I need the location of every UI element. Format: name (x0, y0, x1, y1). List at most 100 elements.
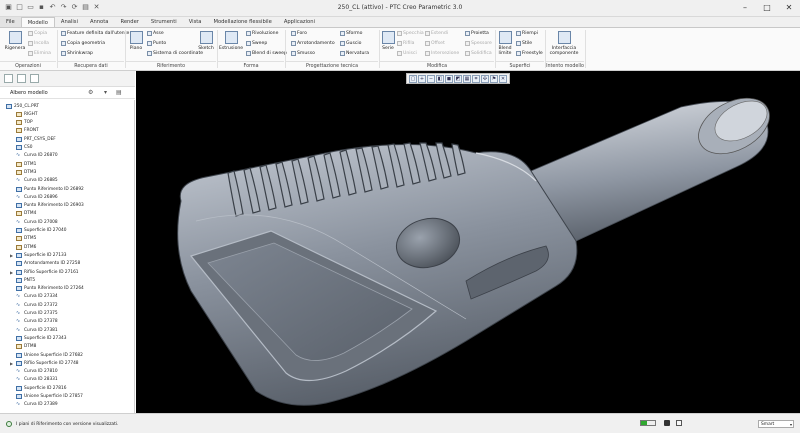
proietta-button[interactable]: Proietta (465, 31, 489, 36)
tree-node[interactable]: Unione Superficie ID 27857 (16, 393, 83, 401)
tab-file[interactable]: File (0, 17, 21, 27)
spessore-button[interactable]: Spessore (465, 41, 492, 46)
tree-node[interactable]: ∿ Curva ID 27375 (16, 310, 58, 318)
tree-node[interactable]: Superficie ID 27816 (16, 384, 66, 392)
riempi-button[interactable]: Riempi (516, 31, 538, 36)
tree-node[interactable]: TOP (16, 119, 33, 127)
tree-node[interactable]: CS0 (16, 144, 32, 152)
tree-node[interactable]: ∿ Curva ID 27810 (16, 368, 58, 376)
sketch-button[interactable]: Sketch (198, 31, 214, 51)
tree-node[interactable]: RIGHT (16, 110, 37, 118)
tree-node[interactable]: DTM5 (16, 235, 36, 243)
tree-node[interactable]: Arrotondamento ID 27258 (16, 260, 80, 268)
nervatura-button[interactable]: Nervatura (340, 51, 369, 56)
copia-geometria-button[interactable]: Copia geometria (61, 41, 105, 46)
rivoluzione-button[interactable]: Rivoluzione (246, 31, 278, 36)
copia-button[interactable]: Copia (28, 31, 47, 36)
serie-button[interactable]: Serie (381, 31, 395, 51)
expand-icon[interactable]: ▶ (10, 253, 13, 258)
tree-node[interactable]: Superficie ID 27343 (16, 334, 66, 342)
unisci-button[interactable]: Unisci (397, 51, 417, 56)
spin-center-icon[interactable]: ✣ (481, 75, 489, 83)
stile-button[interactable]: Stile (516, 41, 532, 46)
tab-annota[interactable]: Annota (84, 17, 115, 27)
close-icon[interactable]: ✕ (778, 0, 800, 15)
shrinkwrap-button[interactable]: Shrinkwrap (61, 51, 93, 56)
zoom-in-icon[interactable]: + (418, 75, 426, 83)
interfaccia-componente-button[interactable]: Interfaccia componente (549, 31, 579, 56)
expand-icon[interactable]: ▶ (10, 361, 13, 366)
group-label-riferimento[interactable]: Riferimento (126, 61, 216, 70)
group-label-intento-modello[interactable]: Intento modello (546, 61, 584, 70)
freestyle-button[interactable]: Freestyle (516, 51, 543, 56)
tree-settings-icon[interactable]: ⚙ (88, 89, 93, 96)
incolla-button[interactable]: Incolla (28, 41, 49, 46)
sistema-coordinate-button[interactable]: Sistema di coordinate (147, 51, 203, 56)
tree-node[interactable]: PRT_CSYS_DEF (16, 135, 56, 143)
tree-node[interactable]: Punto Riferimento ID 26892 (16, 185, 84, 193)
tree-node[interactable]: DTM8 (16, 343, 36, 351)
tab-analisi[interactable]: Analisi (55, 17, 84, 27)
tree-node[interactable]: ▶ Riflio Superficie ID 27161 (10, 268, 79, 276)
tab-strumenti[interactable]: Strumenti (145, 17, 183, 27)
tree-node[interactable]: ∿ Curva ID 26896 (16, 193, 58, 201)
model-tree[interactable]: 250_CL.PRT RIGHT TOP FRONT PRT_CSYS_DEF CS0 ∿ C… (0, 100, 135, 413)
tree-node[interactable]: DTM1 (16, 160, 36, 168)
find-icon[interactable] (676, 420, 682, 426)
tree-node[interactable]: PNT5 (16, 276, 35, 284)
tree-node[interactable]: Unione Superficie ID 27682 (16, 351, 83, 359)
zoom-out-icon[interactable]: − (427, 75, 435, 83)
group-label-modifica[interactable]: Modifica (380, 61, 494, 70)
solidifica-button[interactable]: Solidifica (465, 51, 492, 56)
group-label-superfici[interactable]: Superfici (496, 61, 544, 70)
guscio-button[interactable]: Guscio (340, 41, 361, 46)
rifila-button[interactable]: Rifila (397, 41, 414, 46)
repaint-icon[interactable]: ◧ (436, 75, 444, 83)
piano-button[interactable]: Piano (128, 31, 144, 51)
tree-node[interactable]: ∿ Curva ID 26870 (16, 152, 58, 160)
tab-modello[interactable]: Modello (20, 17, 55, 27)
offset-button[interactable]: Offset (425, 41, 445, 46)
rigenera-button[interactable]: Rigenera (4, 31, 26, 51)
expand-icon[interactable]: ▶ (10, 270, 13, 275)
tab-render[interactable]: Render (114, 17, 144, 27)
asse-button[interactable]: Asse (147, 31, 164, 36)
tree-node[interactable]: Punto Riferimento ID 26903 (16, 202, 84, 210)
favorites-tab-icon[interactable] (30, 74, 39, 83)
selection-icon[interactable] (664, 420, 670, 426)
annotation-display-icon[interactable]: ⚑ (490, 75, 498, 83)
tree-node[interactable]: FRONT (16, 127, 39, 135)
csys-display-icon[interactable]: ✕ (499, 75, 507, 83)
saved-orientations-icon[interactable]: ◩ (454, 75, 462, 83)
tree-node[interactable]: ▶ Superficie ID 27133 (10, 251, 66, 259)
refit-icon[interactable]: ▢ (409, 75, 417, 83)
tree-node[interactable]: DTM3 (16, 168, 36, 176)
tree-node[interactable]: 250_CL.PRT (6, 102, 39, 110)
model-tree-tab-icon[interactable] (4, 74, 13, 83)
tree-node[interactable]: ∿ Curva ID 26885 (16, 177, 58, 185)
display-style-icon[interactable]: ◼ (445, 75, 453, 83)
tree-node[interactable]: ∿ Curva ID 27334 (16, 293, 58, 301)
tree-filter-icon[interactable]: ▾ (104, 89, 107, 96)
tree-node[interactable]: ∿ Curva ID 27381 (16, 326, 58, 334)
tree-node[interactable]: ∿ Curva ID 28331 (16, 376, 58, 384)
group-label-progettazione-tecnica[interactable]: Progettazione tecnica (286, 61, 378, 70)
selection-filter-select[interactable]: Smart ▾ (758, 420, 794, 428)
tree-show-icon[interactable]: ▤ (116, 89, 122, 96)
tree-node[interactable]: Punto Riferimento ID 27264 (16, 285, 84, 293)
blend-di-sweep-button[interactable]: Blend di sweep (246, 51, 287, 56)
sformo-button[interactable]: Sformo (340, 31, 362, 36)
view-manager-icon[interactable]: ▦ (463, 75, 471, 83)
group-label-operazioni[interactable]: Operazioni (0, 61, 56, 70)
tree-node[interactable]: ∿ Curva ID 27389 (16, 401, 58, 409)
tree-node[interactable]: DTM6 (16, 243, 36, 251)
specchia-button[interactable]: Specchia (397, 31, 424, 36)
arrotondamento-button[interactable]: Arrotondamento (291, 41, 335, 46)
graphics-viewport[interactable] (136, 71, 800, 413)
tree-node[interactable]: ∿ Curva ID 27378 (16, 318, 58, 326)
folder-browser-tab-icon[interactable] (17, 74, 26, 83)
tree-node[interactable]: ∿ Curva ID 27372 (16, 301, 58, 309)
minimize-icon[interactable]: – (734, 0, 756, 15)
blend-limite-button[interactable]: Blend limite (497, 31, 513, 56)
group-label-recupera-dati[interactable]: Recupera dati (58, 61, 124, 70)
